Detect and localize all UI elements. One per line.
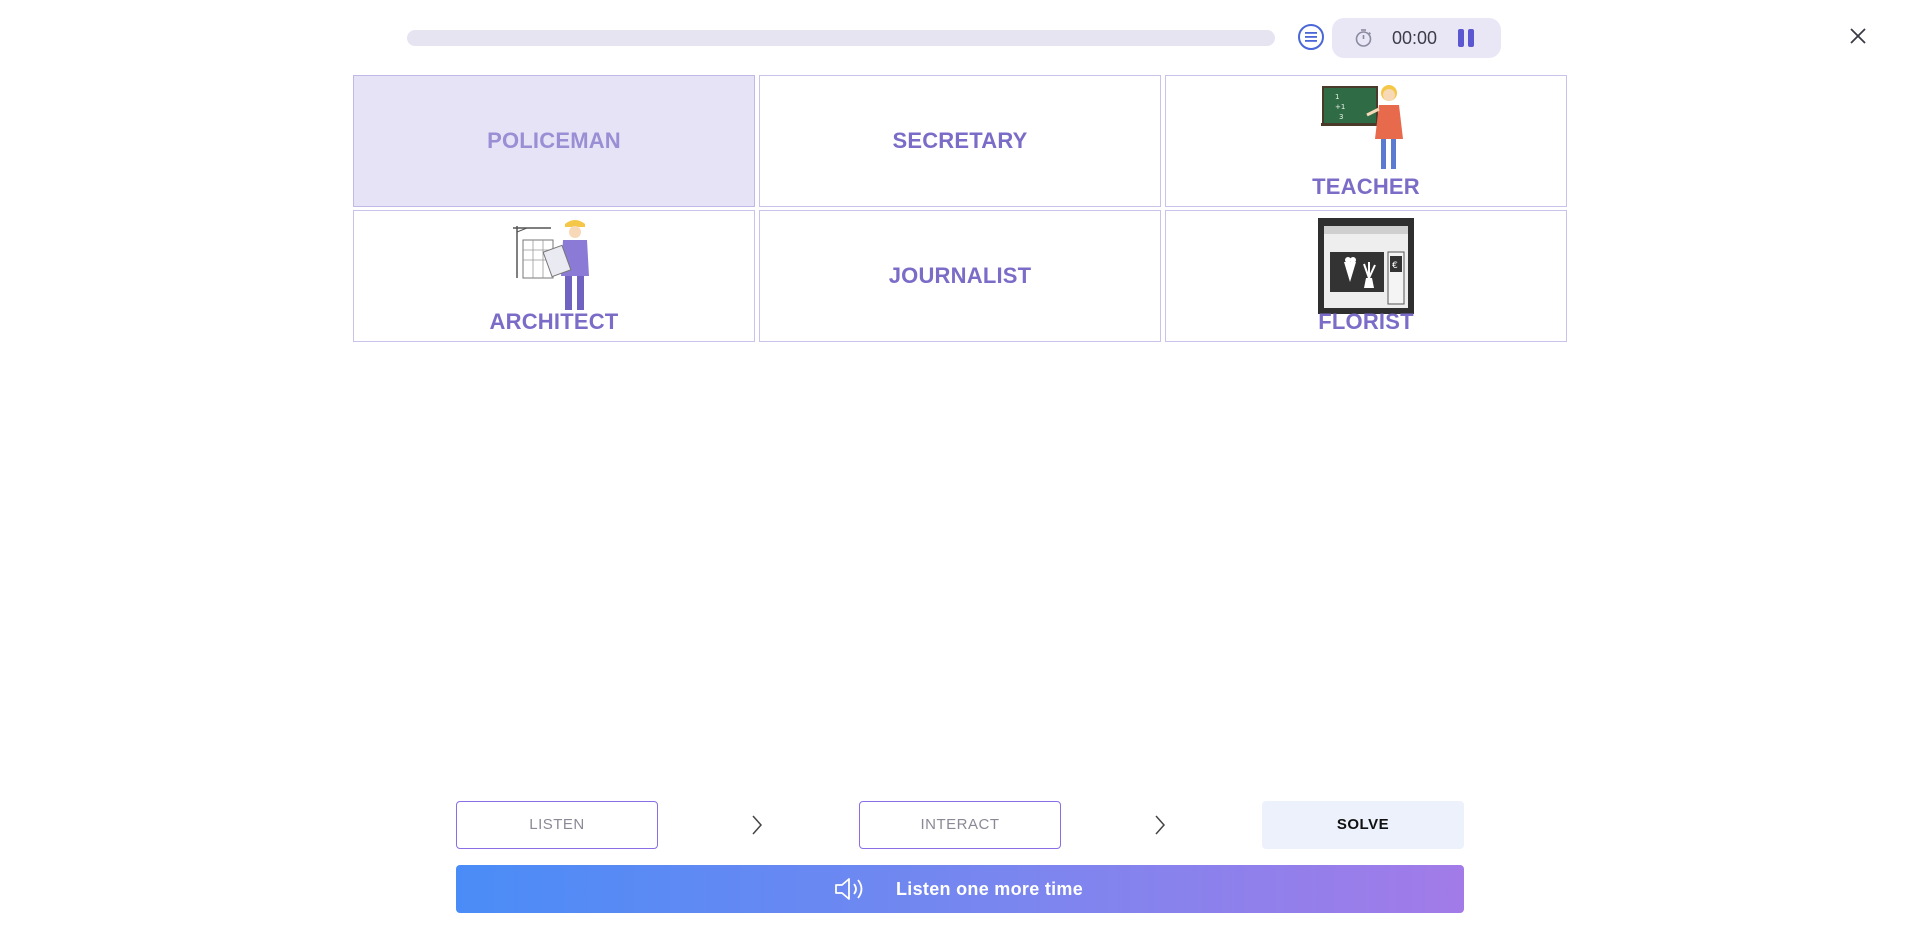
answer-grid: POLICEMAN SECRETARY 1 +1 3 TEACHER ARCHI… [353,75,1567,342]
solve-button[interactable]: SOLVE [1262,801,1464,849]
listen-again-button[interactable]: Listen one more time [456,865,1464,913]
teacher-illustration: 1 +1 3 [1321,85,1403,169]
svg-text:+1: +1 [1335,103,1345,111]
timer-panel: 00:00 [1332,18,1501,58]
answer-card-architect[interactable]: ARCHITECT [353,210,755,342]
list-button[interactable] [1298,24,1324,50]
step-navigation: LISTEN INTERACT SOLVE [456,801,1464,849]
card-label: SECRETARY [892,128,1028,153]
listen-again-label: Listen one more time [896,879,1084,899]
svg-text:€: € [1392,261,1398,271]
progress-bar [407,30,1275,46]
card-label: ARCHITECT [489,309,619,334]
card-label: FLORIST [1318,309,1414,334]
card-label: TEACHER [1312,174,1420,199]
answer-card-florist[interactable]: € FLORIST [1165,210,1567,342]
svg-text:3: 3 [1339,113,1343,121]
chevron-right-icon [1155,815,1166,835]
card-label: POLICEMAN [487,128,621,153]
chevron-right-icon [752,815,763,835]
answer-card-secretary[interactable]: SECRETARY [759,75,1161,207]
card-label: JOURNALIST [888,263,1032,288]
step-listen: LISTEN [456,801,658,849]
pause-button[interactable] [1458,29,1476,47]
top-bar: 00:00 [0,0,1920,75]
step-interact: INTERACT [859,801,1061,849]
architect-illustration [513,220,589,310]
answer-card-teacher[interactable]: 1 +1 3 TEACHER [1165,75,1567,207]
close-icon[interactable] [1846,24,1870,48]
answer-card-policeman[interactable]: POLICEMAN [353,75,755,207]
stopwatch-icon [1355,29,1372,47]
svg-text:1: 1 [1335,93,1339,101]
list-icon [1305,32,1317,42]
answer-card-journalist[interactable]: JOURNALIST [759,210,1161,342]
flower-shop-illustration: € [1318,218,1414,314]
timer-display: 00:00 [1392,28,1438,48]
speaker-icon [835,878,863,900]
